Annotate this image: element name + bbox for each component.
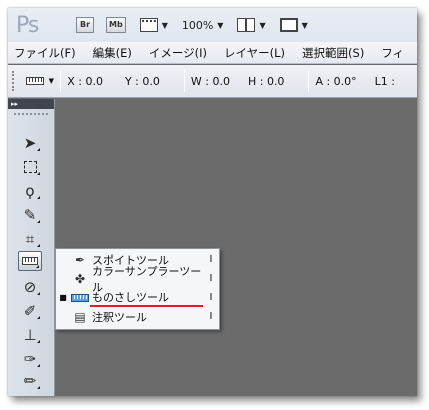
ruler-icon — [22, 257, 38, 265]
shortcut-key: I — [209, 273, 213, 284]
height-readout: H : 0.0 — [247, 74, 285, 88]
brush-tool-button[interactable]: ✐ — [18, 301, 42, 321]
eraser-tool-button[interactable]: ✏ — [18, 371, 42, 391]
photoshop-logo: Ps — [16, 12, 39, 38]
launch-minibridge-button[interactable]: Mb — [106, 17, 126, 33]
shortcut-key: I — [209, 292, 213, 303]
quick-selection-icon: ✎ — [23, 206, 37, 224]
flyout-item-ruler[interactable]: ■ ものさしツール I — [56, 288, 219, 307]
x-coordinate-readout: X : 0.0 — [67, 74, 103, 88]
history-brush-icon: ✑ — [23, 350, 37, 368]
screen-mode-icon — [279, 18, 298, 32]
crop-tool-button[interactable]: ⌗ — [18, 229, 42, 249]
screen-mode-dropdown[interactable]: ▼ — [279, 18, 308, 32]
divider — [183, 70, 185, 92]
menu-select[interactable]: 選択範囲(S) — [294, 45, 373, 61]
ruler-icon — [25, 77, 44, 85]
flyout-item-label: 注釈ツール — [92, 310, 147, 324]
move-tool-button[interactable]: ➤ — [18, 133, 42, 153]
crop-icon: ⌗ — [25, 230, 35, 248]
spot-healing-tool-button[interactable]: ⊘ — [18, 277, 42, 297]
bandage-icon: ⊘ — [23, 278, 37, 296]
clone-stamp-tool-button[interactable]: ⊥ — [18, 325, 42, 345]
flyout-item-color-sampler[interactable]: ✤ カラーサンプラーツール I — [56, 265, 219, 294]
menu-bar: ファイル(F) 編集(E) イメージ(I) レイヤー(L) 選択範囲(S) フィ — [8, 42, 417, 64]
shortcut-key: I — [209, 311, 213, 322]
width-readout: W : 0.0 — [190, 74, 230, 88]
film-strip-dropdown[interactable]: ▼ — [139, 18, 168, 32]
eraser-icon: ✏ — [23, 372, 37, 390]
history-brush-tool-button[interactable]: ✑ — [18, 349, 42, 369]
shortcut-key: I — [209, 254, 213, 265]
brush-icon: ✐ — [23, 302, 37, 320]
photoshop-window: Ps Br Mb ▼ 100% ▼ ▼ ▼ ファイル(F) 編集(E) イメージ… — [8, 8, 417, 396]
lasso-tool-button[interactable]: ϙ — [18, 181, 42, 201]
ruler-icon — [70, 293, 90, 302]
marquee-icon — [23, 161, 37, 173]
zoom-level-value: 100% — [181, 18, 214, 32]
film-strip-icon — [139, 18, 158, 32]
tools-panel-collapse-button[interactable]: ▸▸ — [8, 99, 54, 109]
chevron-down-icon: ▼ — [161, 20, 168, 30]
tools-panel: ▸▸ ➤ ϙ ✎ ⌗ ⊘ ✐ ⊥ ✑ ✏ — [8, 99, 55, 396]
chevron-down-icon: ▼ — [301, 20, 308, 30]
divider — [60, 70, 62, 92]
quick-selection-tool-button[interactable]: ✎ — [18, 205, 42, 225]
y-coordinate-readout: Y : 0.0 — [124, 74, 160, 88]
arrange-documents-icon — [237, 18, 256, 32]
arrange-documents-dropdown[interactable]: ▼ — [237, 18, 266, 32]
menu-edit[interactable]: 編集(E) — [85, 45, 141, 61]
menu-filter[interactable]: フィ — [373, 45, 413, 61]
options-bar-grip[interactable] — [12, 71, 16, 91]
flyout-item-note[interactable]: ▤ 注釈ツール I — [56, 307, 219, 326]
ruler-tool-group-flyout: ✒ スポイトツール I ✤ カラーサンプラーツール I ■ ものさしツール I … — [55, 248, 220, 330]
color-sampler-icon: ✤ — [74, 271, 86, 286]
length-1-readout: L1 : — [374, 74, 395, 88]
menu-file[interactable]: ファイル(F) — [8, 45, 85, 61]
move-icon: ➤ — [23, 134, 37, 152]
chevron-down-icon: ▼ — [48, 77, 55, 85]
flyout-item-label: ものさしツール — [90, 289, 203, 307]
tools-panel-grip[interactable] — [14, 113, 48, 121]
menu-layer[interactable]: レイヤー(L) — [216, 45, 294, 61]
selected-bullet-icon: ■ — [59, 293, 67, 302]
marquee-tool-button[interactable] — [18, 157, 42, 177]
angle-readout: A : 0.0° — [315, 74, 357, 88]
launch-bridge-button[interactable]: Br — [76, 17, 94, 33]
chevron-down-icon: ▼ — [259, 20, 266, 30]
lasso-icon: ϙ — [25, 182, 35, 200]
divider — [308, 70, 310, 92]
zoom-level-dropdown[interactable]: 100% ▼ — [182, 19, 224, 32]
ruler-tool-button[interactable] — [18, 251, 42, 271]
stamp-icon: ⊥ — [23, 326, 37, 344]
options-bar: ▼ X : 0.0 Y : 0.0 W : 0.0 H : 0.0 A : 0.… — [8, 65, 417, 98]
chevron-down-icon: ▼ — [217, 20, 224, 30]
menu-image[interactable]: イメージ(I) — [141, 45, 216, 61]
tool-preset-picker[interactable]: ▼ — [25, 77, 59, 85]
application-bar: Ps Br Mb ▼ 100% ▼ ▼ ▼ — [8, 8, 417, 42]
note-icon: ▤ — [74, 309, 86, 324]
eyedropper-icon: ✒ — [74, 252, 86, 267]
